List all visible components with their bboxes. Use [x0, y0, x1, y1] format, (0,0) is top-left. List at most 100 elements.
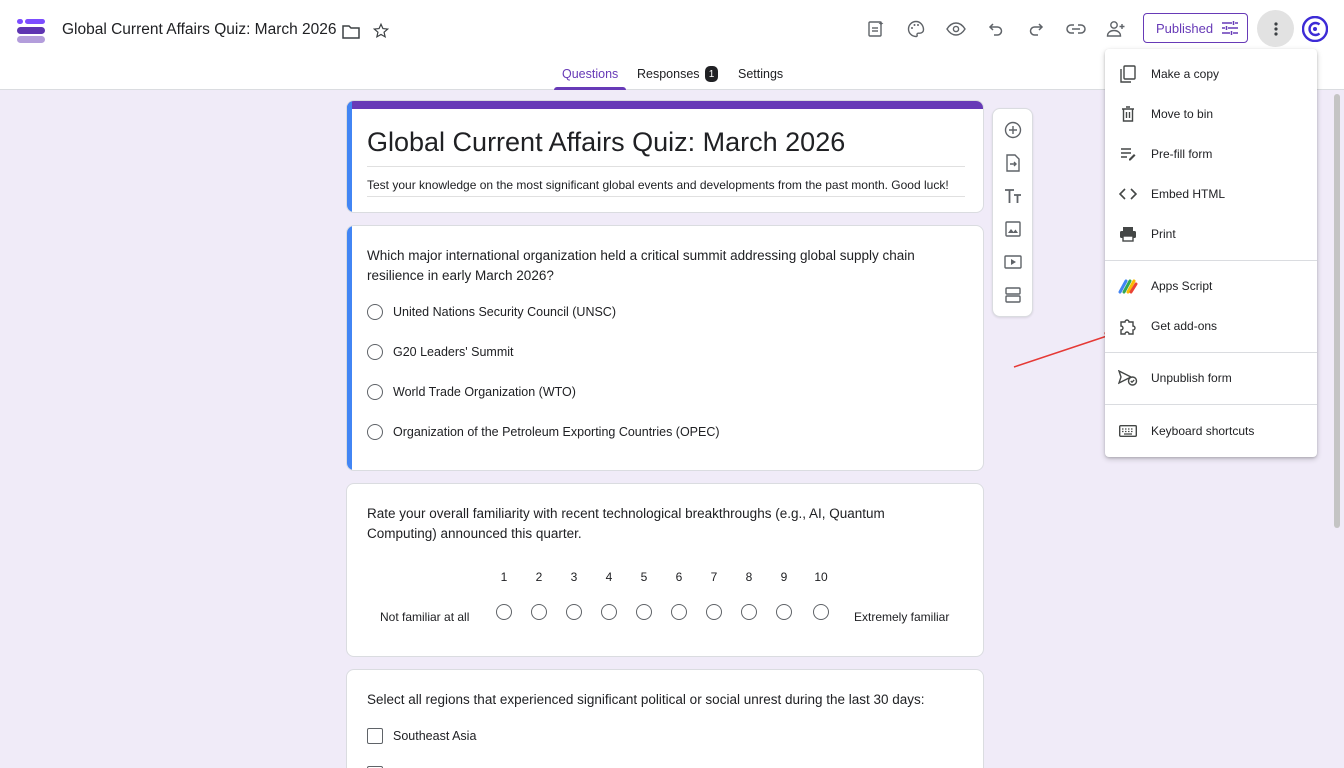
page-scrollbar[interactable] — [1334, 94, 1340, 528]
radio-option[interactable]: G20 Leaders' Summit — [367, 344, 514, 360]
code-icon — [1118, 184, 1138, 204]
scale-radio-3[interactable] — [566, 604, 582, 620]
option-label: United Nations Security Council (UNSC) — [393, 305, 616, 319]
question-card-1[interactable]: Which major international organization h… — [346, 225, 984, 471]
preview-eye-icon[interactable] — [944, 17, 968, 41]
description-divider — [367, 196, 965, 197]
menu-item-label: Make a copy — [1151, 67, 1220, 81]
radio-option[interactable]: Organization of the Petroleum Exporting … — [367, 424, 720, 440]
scale-radio-10[interactable] — [813, 604, 829, 620]
tab-settings[interactable]: Settings — [738, 67, 783, 81]
question-text[interactable]: Which major international organization h… — [367, 246, 957, 286]
forms-logo-icon[interactable] — [17, 19, 45, 43]
undo-icon[interactable] — [984, 17, 1008, 41]
add-video-icon[interactable] — [1003, 252, 1023, 272]
menu-divider — [1105, 404, 1317, 405]
scale-number: 3 — [570, 570, 578, 584]
published-button[interactable]: Published — [1143, 13, 1248, 43]
scale-radio-5[interactable] — [636, 604, 652, 620]
scale-high-label: Extremely familiar — [854, 610, 950, 624]
palette-icon[interactable] — [904, 17, 928, 41]
puzzle-icon — [1118, 316, 1138, 336]
question-text[interactable]: Select all regions that experienced sign… — [367, 690, 957, 710]
add-image-icon[interactable] — [1003, 219, 1023, 239]
form-title[interactable]: Global Current Affairs Quiz: March 2026 — [367, 127, 845, 158]
scale-radio-2[interactable] — [531, 604, 547, 620]
checkbox[interactable] — [367, 728, 383, 744]
question-text[interactable]: Rate your overall familiarity with recen… — [367, 504, 957, 544]
scale-radio-8[interactable] — [741, 604, 757, 620]
settings-sliders-icon — [1222, 21, 1239, 35]
menu-item-get-add-ons[interactable]: Get add-ons — [1105, 308, 1317, 344]
question-card-3[interactable]: Select all regions that experienced sign… — [346, 669, 984, 768]
form-title-card[interactable]: Global Current Affairs Quiz: March 2026 … — [346, 100, 984, 213]
menu-item-label: Move to bin — [1151, 107, 1214, 121]
menu-item-label: Embed HTML — [1151, 187, 1226, 201]
option-label: Organization of the Petroleum Exporting … — [393, 425, 720, 439]
menu-divider — [1105, 260, 1317, 261]
redo-icon[interactable] — [1024, 17, 1048, 41]
checkbox-option[interactable]: Southeast Asia — [367, 728, 476, 744]
radio-option[interactable]: World Trade Organization (WTO) — [367, 384, 576, 400]
menu-item-make-copy[interactable]: Make a copy — [1105, 56, 1317, 92]
active-tab-indicator — [554, 87, 626, 90]
scale-number: 6 — [675, 570, 683, 584]
responses-count-badge: 1 — [705, 66, 718, 82]
scale-number: 2 — [535, 570, 543, 584]
menu-item-label: Get add-ons — [1151, 319, 1218, 333]
link-icon[interactable] — [1064, 17, 1088, 41]
more-options-menu: Make a copy Move to bin Pre-fill form Em… — [1105, 49, 1317, 457]
folder-icon[interactable] — [340, 20, 362, 42]
scale-number: 1 — [500, 570, 508, 584]
focus-indicator — [347, 101, 352, 212]
customize-ai-icon[interactable] — [864, 17, 888, 41]
radio-button[interactable] — [367, 384, 383, 400]
title-divider — [367, 166, 965, 167]
add-section-icon[interactable] — [1003, 285, 1023, 305]
add-collaborator-icon[interactable] — [1104, 17, 1128, 41]
menu-item-label: Apps Script — [1151, 279, 1213, 293]
menu-item-label: Pre-fill form — [1151, 147, 1213, 161]
menu-item-keyboard-shortcuts[interactable]: Keyboard shortcuts — [1105, 413, 1317, 449]
more-options-button[interactable] — [1257, 10, 1294, 47]
option-label: G20 Leaders' Summit — [393, 345, 514, 359]
import-questions-icon[interactable] — [1003, 153, 1023, 173]
radio-button[interactable] — [367, 424, 383, 440]
tab-responses[interactable]: Responses — [637, 67, 700, 81]
tab-questions[interactable]: Questions — [562, 67, 618, 81]
menu-item-embed-html[interactable]: Embed HTML — [1105, 176, 1317, 212]
radio-option[interactable]: United Nations Security Council (UNSC) — [367, 304, 616, 320]
scale-number: 5 — [640, 570, 648, 584]
apps-script-icon — [1118, 276, 1138, 296]
scale-number: 8 — [745, 570, 753, 584]
radio-button[interactable] — [367, 344, 383, 360]
scale-radio-7[interactable] — [706, 604, 722, 620]
menu-item-move-to-bin[interactable]: Move to bin — [1105, 96, 1317, 132]
menu-divider — [1105, 352, 1317, 353]
menu-item-print[interactable]: Print — [1105, 216, 1317, 252]
scale-radio-9[interactable] — [776, 604, 792, 620]
menu-item-label: Keyboard shortcuts — [1151, 424, 1255, 438]
menu-item-label: Print — [1151, 227, 1176, 241]
copy-icon — [1118, 64, 1138, 84]
title-card-accent — [347, 101, 983, 109]
form-description[interactable]: Test your knowledge on the most signific… — [367, 178, 949, 192]
add-question-icon[interactable] — [1003, 120, 1023, 140]
scale-radio-6[interactable] — [671, 604, 687, 620]
document-title[interactable]: Global Current Affairs Quiz: March 2026 — [62, 21, 337, 39]
star-icon[interactable] — [370, 20, 392, 42]
menu-item-prefill-form[interactable]: Pre-fill form — [1105, 136, 1317, 172]
prefill-icon — [1118, 144, 1138, 164]
annotation-arrow-icon — [1013, 332, 1114, 368]
focus-indicator — [347, 226, 352, 470]
question-card-2[interactable]: Rate your overall familiarity with recen… — [346, 483, 984, 657]
menu-item-apps-script[interactable]: Apps Script — [1105, 268, 1317, 304]
add-title-icon[interactable] — [1003, 186, 1023, 206]
menu-item-unpublish-form[interactable]: Unpublish form — [1105, 360, 1317, 396]
unpublish-icon — [1118, 368, 1138, 388]
radio-button[interactable] — [367, 304, 383, 320]
scale-radio-4[interactable] — [601, 604, 617, 620]
scale-radio-1[interactable] — [496, 604, 512, 620]
option-label: World Trade Organization (WTO) — [393, 385, 576, 399]
account-avatar[interactable] — [1302, 16, 1328, 42]
